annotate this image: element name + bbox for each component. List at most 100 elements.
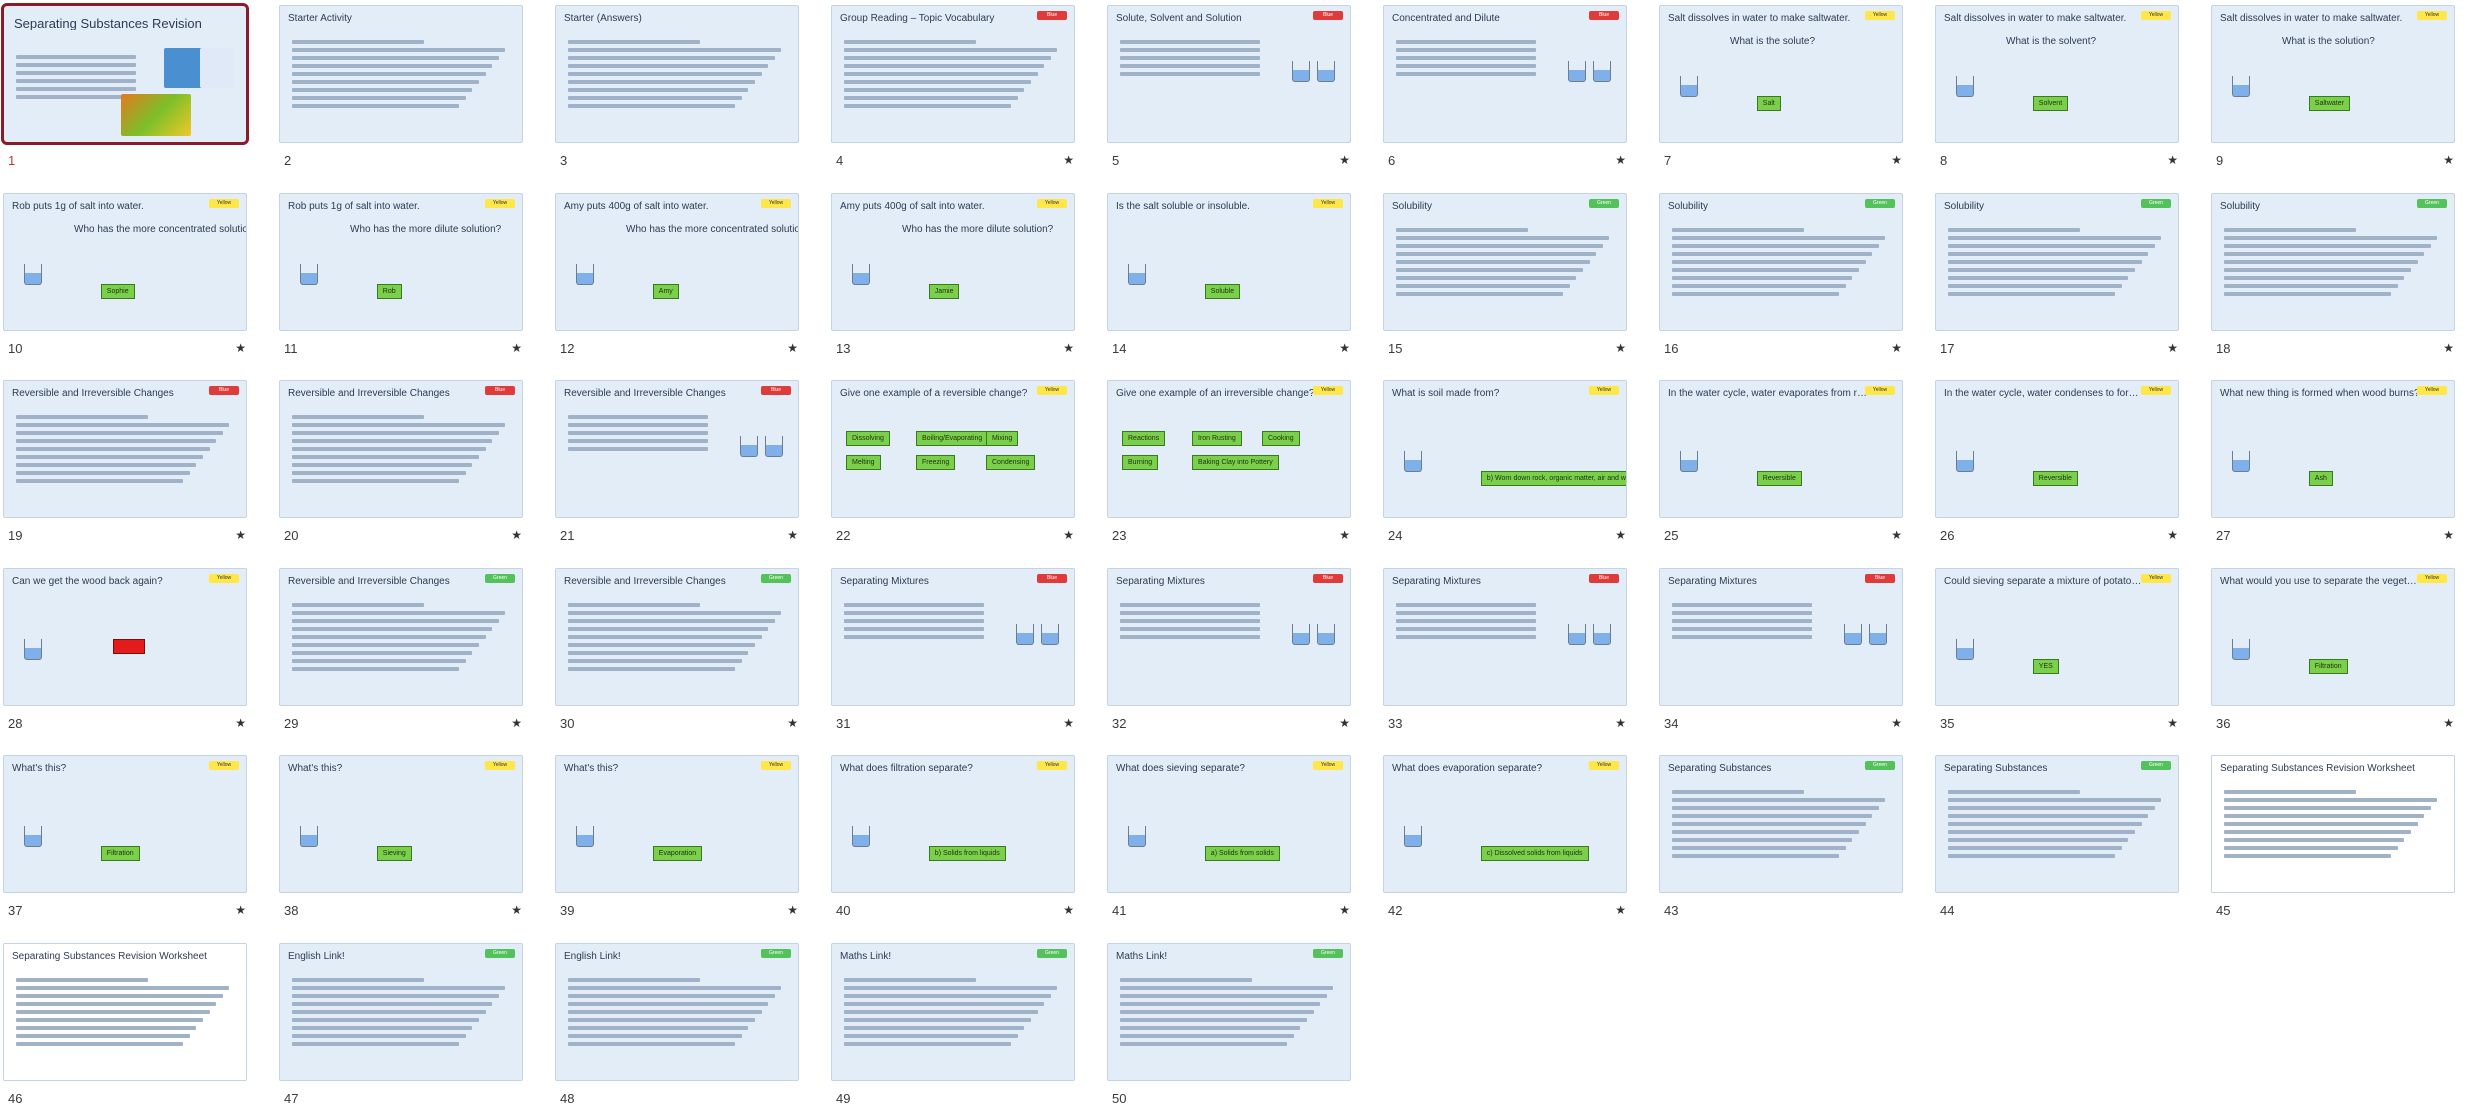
slide-thumbnail-cell[interactable]: Rob puts 1g of salt into water. Yellow Who… [276, 188, 526, 370]
slide-thumbnail-cell[interactable]: Reversible and Irreversible Changes Blue 2… [276, 375, 526, 557]
slide-thumbnail-12[interactable]: Amy puts 400g of salt into water. Yellow W… [555, 193, 799, 331]
slide-thumbnail-11[interactable]: Rob puts 1g of salt into water. Yellow Who… [279, 193, 523, 331]
slide-thumbnail-39[interactable]: What's this? Yellow Evaporation [555, 755, 799, 893]
slide-thumbnail-19[interactable]: Reversible and Irreversible Changes Blue [3, 380, 247, 518]
slide-thumbnail-5[interactable]: Solute, Solvent and Solution Blue [1107, 5, 1351, 143]
slide-thumbnail-cell[interactable]: Give one example of an irreversible chan… [1104, 375, 1354, 557]
slide-thumbnail-cell[interactable]: Amy puts 400g of salt into water. Yellow W… [552, 188, 802, 370]
slide-thumbnail-47[interactable]: English Link! Green [279, 943, 523, 1081]
slide-thumbnail-3[interactable]: Starter (Answers) [555, 5, 799, 143]
slide-thumbnail-26[interactable]: In the water cycle, water condenses to f… [1935, 380, 2179, 518]
slide-thumbnail-10[interactable]: Rob puts 1g of salt into water. Yellow Who… [3, 193, 247, 331]
slide-thumbnail-cell[interactable]: Separating Substances Revision 1 [0, 0, 250, 182]
slide-thumbnail-cell[interactable]: What does filtration separate? Yellow b) S… [828, 750, 1078, 932]
slide-thumbnail-cell[interactable]: English Link! Green 48 [552, 938, 802, 1120]
slide-thumbnail-cell[interactable]: Separating Mixtures Blue 34 ★ [1656, 563, 1906, 745]
slide-thumbnail-cell[interactable]: Reversible and Irreversible Changes Green… [552, 563, 802, 745]
slide-thumbnail-48[interactable]: English Link! Green [555, 943, 799, 1081]
slide-thumbnail-9[interactable]: Salt dissolves in water to make saltwate… [2211, 5, 2455, 143]
slide-thumbnail-cell[interactable]: Separating Mixtures Blue 32 ★ [1104, 563, 1354, 745]
slide-thumbnail-cell[interactable]: Separating Mixtures Blue 33 ★ [1380, 563, 1630, 745]
slide-thumbnail-38[interactable]: What's this? Yellow Sieving [279, 755, 523, 893]
slide-thumbnail-31[interactable]: Separating Mixtures Blue [831, 568, 1075, 706]
slide-thumbnail-cell[interactable]: Maths Link! Green 49 [828, 938, 1078, 1120]
slide-thumbnail-15[interactable]: Solubility Green [1383, 193, 1627, 331]
slide-thumbnail-42[interactable]: What does evaporation separate? Yellow c) … [1383, 755, 1627, 893]
slide-thumbnail-cell[interactable]: What does sieving separate? Yellow a) Soli… [1104, 750, 1354, 932]
slide-thumbnail-1[interactable]: Separating Substances Revision [1, 3, 249, 145]
slide-thumbnail-cell[interactable]: Rob puts 1g of salt into water. Yellow Who… [0, 188, 250, 370]
slide-thumbnail-cell[interactable]: Could sieving separate a mixture of pota… [1932, 563, 2182, 745]
slide-thumbnail-28[interactable]: Can we get the wood back again? Yellow [3, 568, 247, 706]
slide-thumbnail-32[interactable]: Separating Mixtures Blue [1107, 568, 1351, 706]
slide-thumbnail-cell[interactable]: Separating Substances Revision Worksheet… [0, 938, 250, 1120]
slide-thumbnail-cell[interactable]: Separating Substances Green 43 [1656, 750, 1906, 932]
slide-thumbnail-45[interactable]: Separating Substances Revision Worksheet [2211, 755, 2455, 893]
slide-thumbnail-cell[interactable]: Can we get the wood back again? Yellow 28 ★ [0, 563, 250, 745]
slide-thumbnail-cell[interactable]: What's this? Yellow Sieving 38 ★ [276, 750, 526, 932]
slide-thumbnail-33[interactable]: Separating Mixtures Blue [1383, 568, 1627, 706]
slide-thumbnail-50[interactable]: Maths Link! Green [1107, 943, 1351, 1081]
slide-thumbnail-13[interactable]: Amy puts 400g of salt into water. Yellow W… [831, 193, 1075, 331]
slide-thumbnail-40[interactable]: What does filtration separate? Yellow b) S… [831, 755, 1075, 893]
slide-thumbnail-cell[interactable]: Reversible and Irreversible Changes Green… [276, 563, 526, 745]
slide-thumbnail-cell[interactable]: Concentrated and Dilute Blue 6 ★ [1380, 0, 1630, 182]
slide-thumbnail-cell[interactable]: What's this? Yellow Evaporation 39 ★ [552, 750, 802, 932]
slide-thumbnail-cell[interactable]: Starter (Answers) 3 [552, 0, 802, 182]
slide-thumbnail-cell[interactable]: Separating Substances Revision Worksheet… [2208, 750, 2458, 932]
slide-thumbnail-cell[interactable]: In the water cycle, water evaporates fro… [1656, 375, 1906, 557]
slide-thumbnail-cell[interactable]: Reversible and Irreversible Changes Blue 1… [0, 375, 250, 557]
slide-thumbnail-16[interactable]: Solubility Green [1659, 193, 1903, 331]
slide-thumbnail-21[interactable]: Reversible and Irreversible Changes Blue [555, 380, 799, 518]
slide-thumbnail-cell[interactable]: Salt dissolves in water to make saltwate… [1656, 0, 1906, 182]
slide-thumbnail-cell[interactable]: Is the salt soluble or insoluble. Yellow S… [1104, 188, 1354, 370]
slide-thumbnail-17[interactable]: Solubility Green [1935, 193, 2179, 331]
slide-thumbnail-cell[interactable]: What would you use to separate the veget… [2208, 563, 2458, 745]
slide-thumbnail-7[interactable]: Salt dissolves in water to make saltwate… [1659, 5, 1903, 143]
slide-thumbnail-20[interactable]: Reversible and Irreversible Changes Blue [279, 380, 523, 518]
slide-thumbnail-cell[interactable]: Solubility Green 15 ★ [1380, 188, 1630, 370]
slide-thumbnail-49[interactable]: Maths Link! Green [831, 943, 1075, 1081]
slide-thumbnail-cell[interactable]: What does evaporation separate? Yellow c) … [1380, 750, 1630, 932]
slide-thumbnail-6[interactable]: Concentrated and Dilute Blue [1383, 5, 1627, 143]
slide-thumbnail-cell[interactable]: Give one example of a reversible change?… [828, 375, 1078, 557]
slide-thumbnail-cell[interactable]: Starter Activity 2 [276, 0, 526, 182]
slide-thumbnail-23[interactable]: Give one example of an irreversible chan… [1107, 380, 1351, 518]
slide-thumbnail-8[interactable]: Salt dissolves in water to make saltwate… [1935, 5, 2179, 143]
slide-thumbnail-22[interactable]: Give one example of a reversible change?… [831, 380, 1075, 518]
slide-thumbnail-cell[interactable]: Separating Substances Green 44 [1932, 750, 2182, 932]
slide-thumbnail-cell[interactable]: What's this? Yellow Filtration 37 ★ [0, 750, 250, 932]
slide-thumbnail-44[interactable]: Separating Substances Green [1935, 755, 2179, 893]
slide-thumbnail-36[interactable]: What would you use to separate the veget… [2211, 568, 2455, 706]
slide-thumbnail-35[interactable]: Could sieving separate a mixture of pota… [1935, 568, 2179, 706]
slide-thumbnail-46[interactable]: Separating Substances Revision Worksheet [3, 943, 247, 1081]
slide-thumbnail-29[interactable]: Reversible and Irreversible Changes Green [279, 568, 523, 706]
slide-thumbnail-cell[interactable]: Reversible and Irreversible Changes Blue 2… [552, 375, 802, 557]
slide-thumbnail-cell[interactable]: What is soil made from? Yellow b) Worn dow… [1380, 375, 1630, 557]
slide-thumbnail-cell[interactable]: Group Reading – Topic Vocabulary Blue 4 ★ [828, 0, 1078, 182]
slide-thumbnail-cell[interactable]: In the water cycle, water condenses to f… [1932, 375, 2182, 557]
slide-thumbnail-14[interactable]: Is the salt soluble or insoluble. Yellow S… [1107, 193, 1351, 331]
slide-thumbnail-41[interactable]: What does sieving separate? Yellow a) Soli… [1107, 755, 1351, 893]
slide-thumbnail-cell[interactable]: What new thing is formed when wood burns… [2208, 375, 2458, 557]
slide-thumbnail-cell[interactable]: Solubility Green 18 ★ [2208, 188, 2458, 370]
slide-thumbnail-cell[interactable]: Salt dissolves in water to make saltwate… [1932, 0, 2182, 182]
slide-thumbnail-34[interactable]: Separating Mixtures Blue [1659, 568, 1903, 706]
slide-thumbnail-cell[interactable]: Solute, Solvent and Solution Blue 5 ★ [1104, 0, 1354, 182]
slide-thumbnail-cell[interactable]: Solubility Green 17 ★ [1932, 188, 2182, 370]
slide-thumbnail-18[interactable]: Solubility Green [2211, 193, 2455, 331]
slide-thumbnail-37[interactable]: What's this? Yellow Filtration [3, 755, 247, 893]
slide-thumbnail-4[interactable]: Group Reading – Topic Vocabulary Blue [831, 5, 1075, 143]
slide-thumbnail-24[interactable]: What is soil made from? Yellow b) Worn dow… [1383, 380, 1627, 518]
slide-thumbnail-cell[interactable]: Separating Mixtures Blue 31 ★ [828, 563, 1078, 745]
slide-thumbnail-2[interactable]: Starter Activity [279, 5, 523, 143]
slide-thumbnail-30[interactable]: Reversible and Irreversible Changes Green [555, 568, 799, 706]
slide-thumbnail-27[interactable]: What new thing is formed when wood burns… [2211, 380, 2455, 518]
slide-thumbnail-cell[interactable]: Maths Link! Green 50 [1104, 938, 1354, 1120]
slide-thumbnail-cell[interactable]: English Link! Green 47 [276, 938, 526, 1120]
slide-thumbnail-25[interactable]: In the water cycle, water evaporates fro… [1659, 380, 1903, 518]
slide-thumbnail-cell[interactable]: Solubility Green 16 ★ [1656, 188, 1906, 370]
slide-thumbnail-cell[interactable]: Amy puts 400g of salt into water. Yellow W… [828, 188, 1078, 370]
slide-thumbnail-43[interactable]: Separating Substances Green [1659, 755, 1903, 893]
slide-thumbnail-cell[interactable]: Salt dissolves in water to make saltwate… [2208, 0, 2458, 182]
